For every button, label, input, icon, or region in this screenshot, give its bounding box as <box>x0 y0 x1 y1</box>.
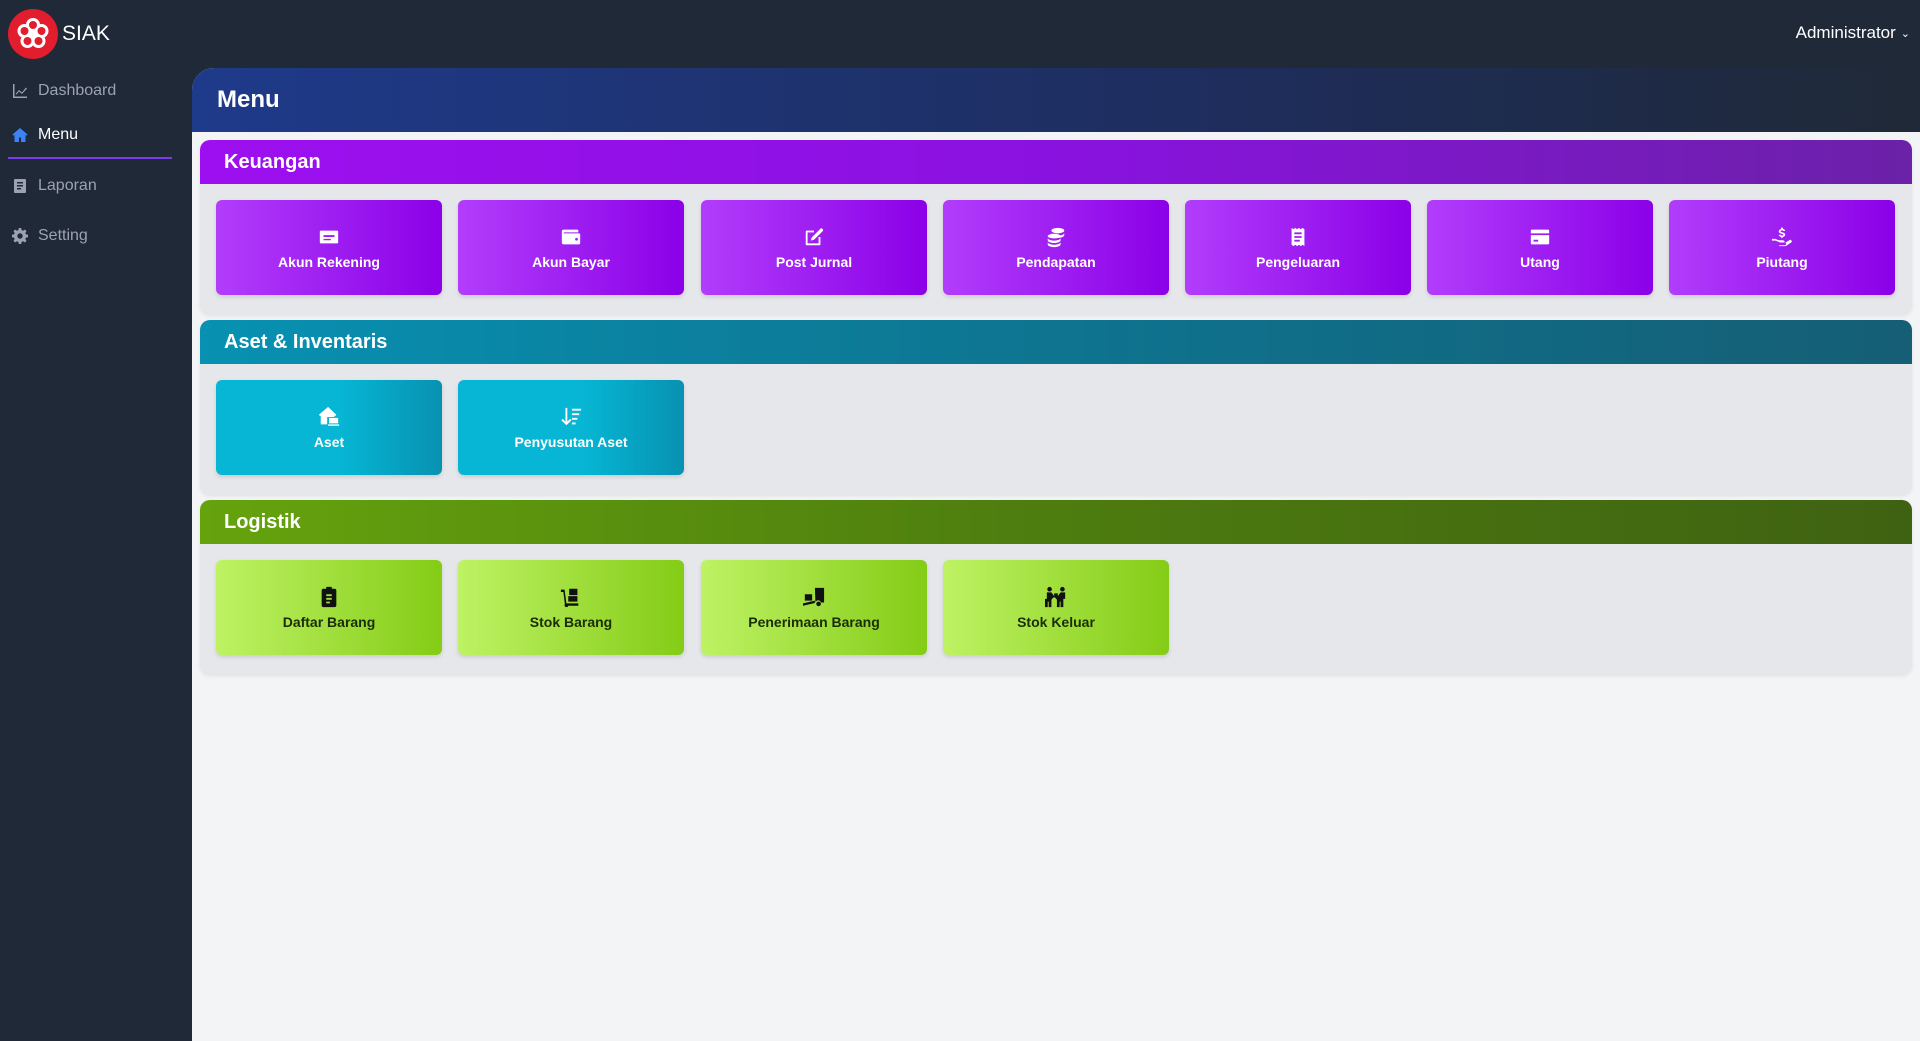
card-utang[interactable]: Utang <box>1427 200 1653 295</box>
card-akun-rekening[interactable]: Akun Rekening <box>216 200 442 295</box>
money-check-icon <box>319 230 339 243</box>
card-label: Stok Barang <box>529 613 613 630</box>
card-label: Pengeluaran <box>1255 253 1341 270</box>
brand-name[interactable]: SIAK <box>62 22 110 46</box>
flower-logo-icon <box>17 18 49 48</box>
card-label: Pendapatan <box>1016 253 1096 270</box>
receipt-icon <box>1291 227 1305 246</box>
sidebar: Dashboard Menu Laporan Setting <box>0 68 192 1041</box>
section-title: Logistik <box>200 500 1912 544</box>
card-aset[interactable]: Aset <box>216 380 442 475</box>
main-panel: Menu Keuangan Akun Rekening Akun Bayar P… <box>192 68 1920 1041</box>
card-label: Stok Keluar <box>1017 613 1095 630</box>
clipboard-list-icon <box>321 586 337 607</box>
card-label: Piutang <box>1756 253 1808 270</box>
sidebar-item-label: Dashboard <box>38 82 117 99</box>
top-bar: SIAK Administrator ⌄ <box>0 0 1920 68</box>
card-label: Utang <box>1520 253 1560 270</box>
sidebar-item-label: Menu <box>38 126 79 143</box>
card-label: Daftar Barang <box>282 613 376 630</box>
card-stok-barang[interactable]: Stok Barang <box>458 560 684 655</box>
edit-icon <box>805 227 824 245</box>
card-penyusutan-aset[interactable]: Penyusutan Aset <box>458 380 684 475</box>
chevron-down-icon: ⌄ <box>1900 27 1910 40</box>
user-name: Administrator <box>1795 23 1896 42</box>
logo[interactable] <box>8 9 58 59</box>
home-icon <box>12 128 28 142</box>
section-aset-inventaris: Aset & Inventaris Aset Penyusutan Aset <box>200 320 1912 494</box>
card-label: Akun Rekening <box>278 253 380 270</box>
chart-line-icon <box>13 84 27 98</box>
sidebar-item-label: Setting <box>38 227 88 244</box>
card-piutang[interactable]: Piutang <box>1669 200 1895 295</box>
wallet-icon <box>561 229 581 244</box>
card-akun-bayar[interactable]: Akun Bayar <box>458 200 684 295</box>
dolly-icon <box>560 588 579 607</box>
card-label: Akun Bayar <box>532 253 610 270</box>
section-title: Aset & Inventaris <box>200 320 1912 364</box>
arrow-down-wide-short-icon <box>561 407 582 425</box>
sidebar-item-laporan[interactable]: Laporan <box>8 163 172 209</box>
section-title: Keuangan <box>200 140 1912 184</box>
section-keuangan: Keuangan Akun Rekening Akun Bayar Post J… <box>200 140 1912 314</box>
section-logistik: Logistik Daftar Barang Stok Barang Pener… <box>200 500 1912 674</box>
house-laptop-icon <box>318 406 340 426</box>
sidebar-item-menu[interactable]: Menu <box>8 113 172 159</box>
card-penerimaan-barang[interactable]: Penerimaan Barang <box>701 560 927 655</box>
card-pendapatan[interactable]: Pendapatan <box>943 200 1169 295</box>
sidebar-item-setting[interactable]: Setting <box>8 213 172 259</box>
card-pengeluaran[interactable]: Pengeluaran <box>1185 200 1411 295</box>
credit-card-icon <box>1530 229 1550 244</box>
hand-holding-dollar-icon <box>1771 226 1792 246</box>
truck-ramp-box-icon <box>803 587 825 606</box>
card-label: Aset <box>313 433 345 450</box>
sidebar-item-dashboard[interactable]: Dashboard <box>8 68 172 114</box>
card-daftar-barang[interactable]: Daftar Barang <box>216 560 442 655</box>
coins-icon <box>1047 227 1065 247</box>
card-label: Penyusutan Aset <box>514 433 628 450</box>
card-label: Post Jurnal <box>775 253 853 270</box>
gear-icon <box>12 228 28 244</box>
card-post-jurnal[interactable]: Post Jurnal <box>701 200 927 295</box>
page-title: Menu <box>192 68 1920 132</box>
card-stok-keluar[interactable]: Stok Keluar <box>943 560 1169 655</box>
sidebar-item-label: Laporan <box>38 177 97 194</box>
card-label: Penerimaan Barang <box>748 613 880 630</box>
file-icon <box>14 179 26 193</box>
people-carry-box-icon <box>1045 586 1066 607</box>
user-menu[interactable]: Administrator ⌄ <box>1796 23 1910 43</box>
